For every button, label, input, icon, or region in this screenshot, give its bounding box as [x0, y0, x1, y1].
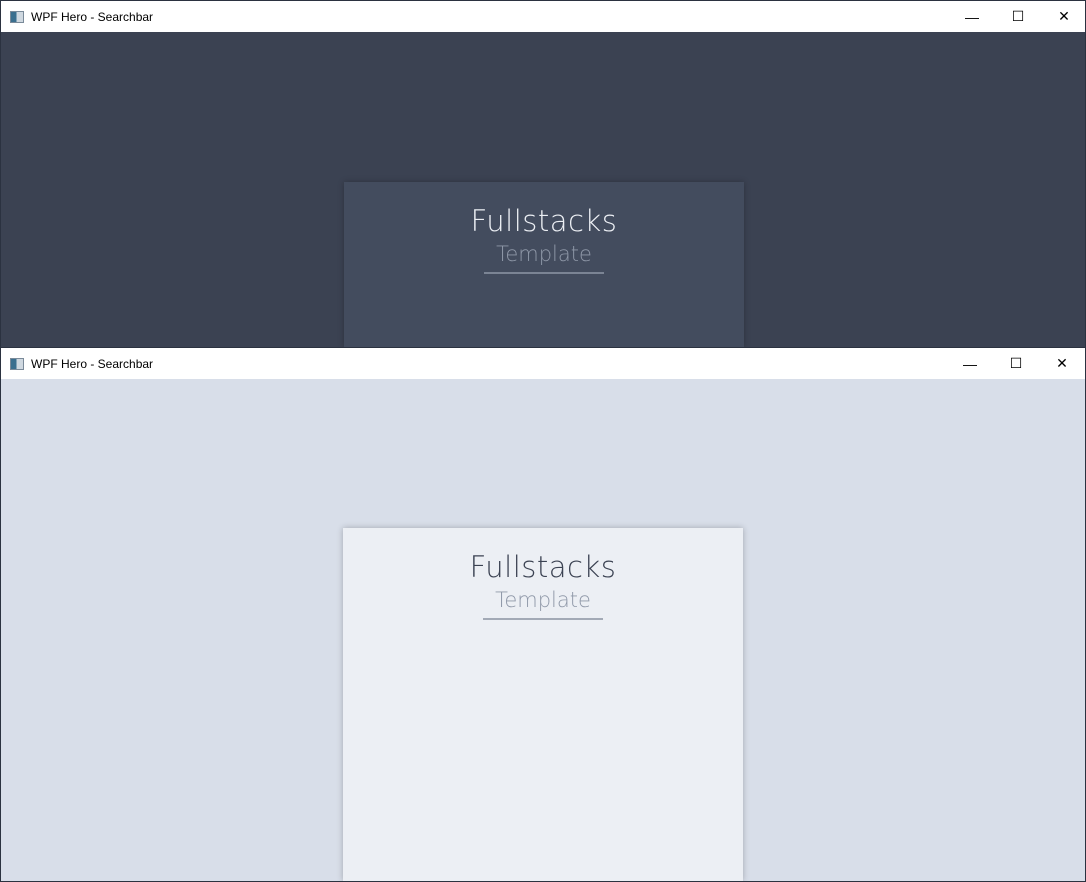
card-subtitle: Template — [496, 242, 592, 266]
window-content: Fullstacks Template — [1, 32, 1085, 347]
title-bar[interactable]: WPF Hero - Searchbar — ☐ ✕ — [1, 1, 1085, 32]
maximize-button[interactable]: ☐ — [993, 348, 1039, 379]
window-light: WPF Hero - Searchbar — ☐ ✕ Fullstacks Te… — [0, 347, 1086, 882]
divider — [484, 272, 604, 274]
close-button[interactable]: ✕ — [1041, 1, 1085, 32]
divider — [483, 618, 603, 620]
window-dark: WPF Hero - Searchbar — ☐ ✕ Fullstacks Te… — [0, 0, 1086, 348]
title-bar[interactable]: WPF Hero - Searchbar — ☐ ✕ — [1, 348, 1085, 379]
hero-card: Fullstacks Template — [343, 528, 743, 881]
app-icon — [10, 357, 24, 370]
window-content: Fullstacks Template — [1, 379, 1085, 881]
card-subtitle: Template — [495, 588, 591, 612]
card-title: Fullstacks — [470, 204, 618, 238]
close-button[interactable]: ✕ — [1039, 348, 1085, 379]
minimize-button[interactable]: — — [949, 1, 995, 32]
card-title: Fullstacks — [469, 550, 617, 584]
hero-card: Fullstacks Template — [344, 182, 744, 347]
app-icon — [10, 10, 24, 23]
minimize-button[interactable]: — — [947, 348, 993, 379]
window-title: WPF Hero - Searchbar — [31, 9, 154, 24]
window-title: WPF Hero - Searchbar — [31, 356, 154, 371]
maximize-button[interactable]: ☐ — [995, 1, 1041, 32]
